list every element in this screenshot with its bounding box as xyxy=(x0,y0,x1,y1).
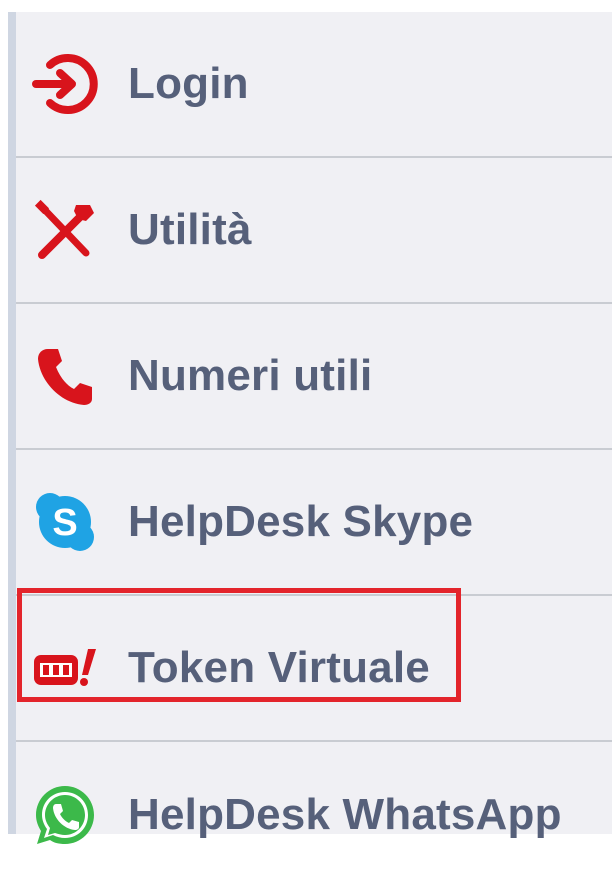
token-icon xyxy=(30,633,100,703)
menu-item-token-virtuale[interactable]: Token Virtuale xyxy=(16,596,612,742)
phone-icon xyxy=(30,341,100,411)
menu-item-helpdesk-skype[interactable]: S HelpDesk Skype xyxy=(16,450,612,596)
menu-item-label: Numeri utili xyxy=(128,351,373,400)
menu-item-label: Utilità xyxy=(128,205,252,254)
menu-item-label: Token Virtuale xyxy=(128,643,430,692)
menu-item-helpdesk-whatsapp[interactable]: HelpDesk WhatsApp xyxy=(16,742,612,888)
skype-icon: S xyxy=(30,487,100,557)
svg-text:S: S xyxy=(52,502,77,544)
menu-item-label: HelpDesk WhatsApp xyxy=(128,790,562,839)
whatsapp-icon xyxy=(30,780,100,850)
menu-item-login[interactable]: Login xyxy=(16,12,612,158)
menu-item-utilita[interactable]: Utilità xyxy=(16,158,612,304)
menu-item-label: HelpDesk Skype xyxy=(128,497,474,546)
side-menu: Login Utilità Numeri utili S HelpDesk Sk… xyxy=(8,12,612,844)
tools-icon xyxy=(30,195,100,265)
login-icon xyxy=(30,49,100,119)
menu-item-numeri-utili[interactable]: Numeri utili xyxy=(16,304,612,450)
menu-item-label: Login xyxy=(128,59,249,108)
